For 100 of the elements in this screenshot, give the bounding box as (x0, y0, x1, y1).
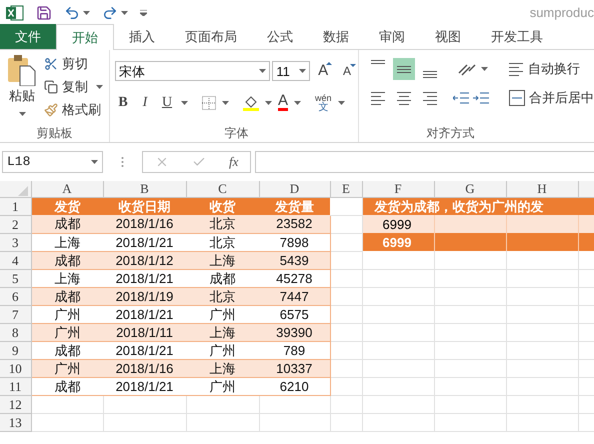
font-name-field[interactable]: 宋体 (115, 61, 270, 82)
copy-button[interactable]: 复制 (44, 77, 103, 97)
header-cell: 发货量 (259, 197, 330, 215)
row-number: 3 (0, 233, 31, 251)
cut-button[interactable]: 剪切 (44, 54, 103, 74)
table-cell: 广州 (31, 359, 103, 377)
undo-icon[interactable] (64, 4, 80, 20)
ribbon-tab[interactable]: 公式 (252, 24, 308, 49)
ribbon-tab[interactable]: 开发工具 (476, 24, 558, 49)
column-header[interactable]: C (186, 181, 259, 197)
borders-icon[interactable] (202, 96, 216, 110)
fill-color-icon[interactable] (243, 94, 259, 110)
formula-field[interactable] (255, 151, 594, 173)
table-cell: 23582 (259, 215, 330, 233)
table-cell: 2018/1/16 (103, 215, 186, 233)
column-header[interactable]: F (362, 181, 434, 197)
insert-function-button[interactable]: fx (229, 152, 238, 172)
align-lines-icon (508, 62, 524, 76)
header-cell: 收货日期 (103, 197, 186, 215)
clipboard-icon (7, 54, 37, 86)
table-cell: 7447 (259, 287, 330, 305)
result-cell: 6999 (362, 233, 434, 251)
table-cell: 45278 (259, 269, 330, 287)
ribbon-tab[interactable]: 开始 (56, 24, 114, 50)
table-cell: 2018/1/11 (103, 323, 186, 341)
grip-icon (121, 157, 124, 167)
dropdown-arrow-icon (91, 160, 98, 164)
copy-icon (44, 80, 58, 94)
name-box[interactable]: L18 (2, 151, 103, 173)
underline-button[interactable]: U (159, 92, 175, 113)
decrease-indent-icon[interactable] (453, 91, 469, 105)
decrease-font-button[interactable]: A (336, 62, 358, 80)
row-number: 12 (0, 395, 31, 413)
merge-cells-icon (509, 90, 525, 106)
dropdown-arrow-icon (265, 100, 272, 104)
table-cell: 广州 (31, 305, 103, 323)
table-cell: 789 (259, 341, 330, 359)
paste-button[interactable]: 粘贴 (0, 54, 44, 124)
table-cell: 39390 (259, 323, 330, 341)
row-number: 9 (0, 341, 31, 359)
column-header[interactable]: E (330, 181, 362, 197)
table-cell: 北京 (186, 233, 259, 251)
ribbon-tab[interactable]: 视图 (420, 24, 476, 49)
merge-center-button[interactable]: 合并后居中 (509, 88, 594, 108)
column-header[interactable]: A (31, 181, 103, 197)
row-number: 4 (0, 251, 31, 269)
ribbon-tab[interactable]: 审阅 (364, 24, 420, 49)
row-number: 13 (0, 413, 31, 431)
table-cell: 2018/1/21 (103, 269, 186, 287)
table-cell: 10337 (259, 359, 330, 377)
phonetic-button[interactable]: wén 文 (315, 92, 332, 112)
align-lines-icon (370, 92, 386, 104)
italic-button[interactable]: I (137, 92, 153, 113)
column-header[interactable]: H (506, 181, 578, 197)
ribbon-tab[interactable]: 文件 (0, 24, 56, 49)
table-cell: 6210 (259, 377, 330, 395)
save-icon[interactable] (36, 4, 52, 20)
header-cell: 发货 (31, 197, 103, 215)
group-label: 对齐方式 (426, 125, 476, 142)
spreadsheet-app-icon[interactable] (6, 4, 24, 20)
increase-font-button[interactable]: A (312, 60, 334, 82)
align-lines-icon (396, 92, 412, 104)
row-number: 6 (0, 287, 31, 305)
row-number: 2 (0, 215, 31, 233)
dropdown-arrow-icon (83, 10, 90, 14)
format-painter-button[interactable]: 格式刷 (44, 100, 103, 120)
vertical-align-button[interactable] (393, 58, 415, 80)
group-label: 剪贴板 (36, 125, 74, 142)
row-number: 7 (0, 305, 31, 323)
dropdown-arrow-icon (481, 67, 488, 71)
dropdown-arrow-icon (121, 10, 128, 14)
column-header[interactable]: G (434, 181, 506, 197)
table-cell: 广州 (186, 377, 259, 395)
table-cell: 上海 (31, 233, 103, 251)
table-cell: 2018/1/16 (103, 359, 186, 377)
table-cell: 6575 (259, 305, 330, 323)
increase-indent-icon[interactable] (473, 91, 489, 105)
row-number: 8 (0, 323, 31, 341)
dropdown-arrow-icon (222, 100, 229, 104)
ribbon-tab[interactable]: 数据 (308, 24, 364, 49)
table-cell: 2018/1/21 (103, 233, 186, 251)
summary-title-cell: 发货为成都，收货为广州的发 (362, 197, 594, 215)
dropdown-arrow-icon (181, 100, 188, 104)
table-cell: 5439 (259, 251, 330, 269)
row-number: 1 (0, 197, 31, 215)
table-cell: 成都 (186, 269, 259, 287)
ribbon-tab[interactable]: 插入 (114, 24, 170, 49)
bold-button[interactable]: B (115, 92, 131, 113)
customize-toolbar-icon[interactable] (140, 10, 147, 16)
align-lines-icon (422, 92, 438, 104)
column-header[interactable]: B (103, 181, 186, 197)
font-color-button[interactable]: A (278, 94, 288, 111)
redo-icon[interactable] (102, 4, 118, 20)
table-cell: 成都 (31, 377, 103, 395)
font-size-field[interactable]: 11 (272, 61, 310, 82)
column-header[interactable]: D (259, 181, 330, 197)
wrap-text-button[interactable]: 自动换行 (508, 59, 580, 79)
table-cell: 成都 (31, 341, 103, 359)
ribbon-tab[interactable]: 页面布局 (170, 24, 252, 49)
row-number: 5 (0, 269, 31, 287)
